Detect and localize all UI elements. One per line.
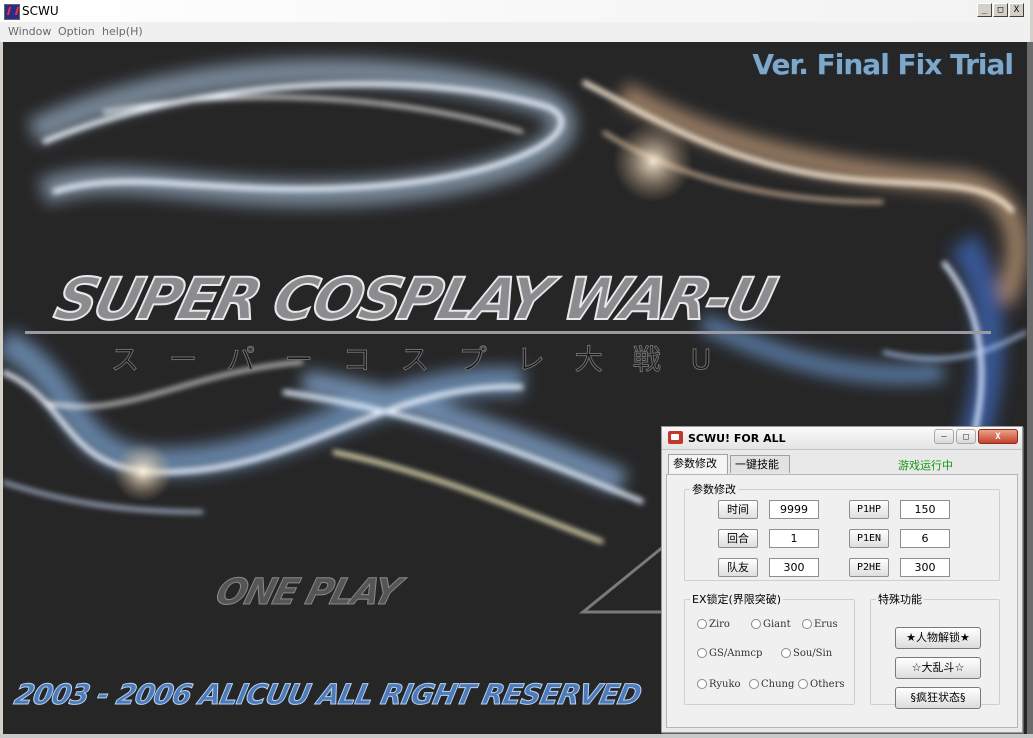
round-input[interactable]: 1 xyxy=(769,529,819,548)
trainer-app-icon xyxy=(668,431,683,444)
game-running-status: 游戏运行中 xyxy=(898,459,953,472)
logo-divider xyxy=(25,331,991,334)
ex-radio-sou-sin[interactable]: Sou/Sin xyxy=(781,648,832,662)
round-button[interactable]: 回合 xyxy=(718,529,758,548)
ex-radio-ryuko[interactable]: Ryuko xyxy=(697,679,741,693)
radio-dot[interactable] xyxy=(749,679,759,689)
menu-window[interactable]: Window xyxy=(8,25,51,38)
ex-option-label: Chung xyxy=(761,679,795,690)
close-button[interactable]: X xyxy=(1009,3,1024,17)
menu-help[interactable]: help(H) xyxy=(102,25,143,38)
radio-dot[interactable] xyxy=(697,679,707,689)
radio-dot[interactable] xyxy=(798,679,808,689)
ex-radio-others[interactable]: Others xyxy=(798,679,845,693)
berserk-state-button[interactable]: §疯狂状态§ xyxy=(895,687,981,709)
trainer-maximize-button[interactable]: □ xyxy=(956,429,976,444)
ex-lock-group-label: EX锁定(界限突破) xyxy=(692,593,782,606)
params-group-label: 参数修改 xyxy=(692,483,736,496)
radio-dot[interactable] xyxy=(697,648,707,658)
time-input[interactable]: 9999 xyxy=(769,500,819,519)
radio-dot[interactable] xyxy=(751,619,761,629)
window-title: SCWU xyxy=(22,4,59,18)
unlock-characters-button[interactable]: ★人物解锁★ xyxy=(895,627,981,649)
one-play-option[interactable]: ONE PLAY xyxy=(211,572,404,614)
radio-dot[interactable] xyxy=(781,648,791,658)
game-logo: SUPER COSPLAY WAR-U xyxy=(48,264,782,334)
ex-option-label: Giant xyxy=(763,619,791,630)
ex-option-label: Erus xyxy=(814,619,838,630)
ex-radio-gs-anmcp[interactable]: GS/Anmcp xyxy=(697,648,762,662)
trainer-titlebar[interactable]: SCWU! FOR ALL — □ X xyxy=(662,427,1022,450)
teammate-button[interactable]: 队友 xyxy=(718,558,758,577)
p1hp-input[interactable]: 150 xyxy=(900,500,950,519)
minimize-button[interactable]: _ xyxy=(977,3,992,17)
ex-radio-ziro[interactable]: Ziro xyxy=(697,619,730,633)
trainer-close-button[interactable]: X xyxy=(978,429,1018,444)
ex-radio-giant[interactable]: Giant xyxy=(751,619,791,633)
p2he-button[interactable]: P2HE xyxy=(849,558,889,577)
window-right-edge xyxy=(1027,42,1033,734)
tab-param-edit[interactable]: 参数修改 xyxy=(668,454,728,474)
teammate-input[interactable]: 300 xyxy=(769,558,819,577)
maximize-button[interactable]: □ xyxy=(993,3,1008,17)
menu-option[interactable]: Option xyxy=(58,25,95,38)
radio-dot[interactable] xyxy=(802,619,812,629)
tab-one-key-skill[interactable]: 一键技能 xyxy=(730,455,790,473)
ex-option-label: Sou/Sin xyxy=(793,648,833,659)
special-functions-group: 特殊功能 ★人物解锁★ ☆大乱斗☆ §疯狂状态§ xyxy=(870,591,1000,709)
app-icon xyxy=(4,4,20,20)
trainer-minimize-button[interactable]: — xyxy=(934,429,954,444)
copyright-text: 2003 - 2006 ALICUU ALL RIGHT RESERVED xyxy=(11,678,644,712)
menubar: Window Option help(H) xyxy=(0,22,1030,43)
trainer-tab-panel: 参数修改 时间 9999 回合 1 队友 300 P1HP 150 P1EN 6… xyxy=(666,474,1018,728)
logo-subtitle-jp: スーパーコスプレ大戦U xyxy=(110,343,742,377)
trainer-dialog: SCWU! FOR ALL — □ X 参数修改 一键技能 游戏运行中 参数修改… xyxy=(661,426,1023,733)
radio-dot[interactable] xyxy=(697,619,707,629)
ex-option-label: GS/Anmcp xyxy=(709,648,763,659)
p2he-input[interactable]: 300 xyxy=(900,558,950,577)
trainer-title: SCWU! FOR ALL xyxy=(688,432,786,445)
p1en-button[interactable]: P1EN xyxy=(849,529,889,548)
ex-radio-erus[interactable]: Erus xyxy=(802,619,838,633)
time-button[interactable]: 时间 xyxy=(718,500,758,519)
p1hp-button[interactable]: P1HP xyxy=(849,500,889,519)
p1en-input[interactable]: 6 xyxy=(900,529,950,548)
melee-mode-button[interactable]: ☆大乱斗☆ xyxy=(895,657,981,679)
ex-option-label: Ziro xyxy=(709,619,730,630)
ex-option-label: Ryuko xyxy=(709,679,741,690)
taskbar-strip xyxy=(0,734,1033,738)
special-functions-group-label: 特殊功能 xyxy=(878,593,922,606)
version-label: Ver. Final Fix Trial xyxy=(752,48,1014,81)
window-titlebar: SCWU _ □ X xyxy=(0,0,1030,23)
ex-option-label: Others xyxy=(810,679,845,690)
ex-radio-chung[interactable]: Chung xyxy=(749,679,794,693)
